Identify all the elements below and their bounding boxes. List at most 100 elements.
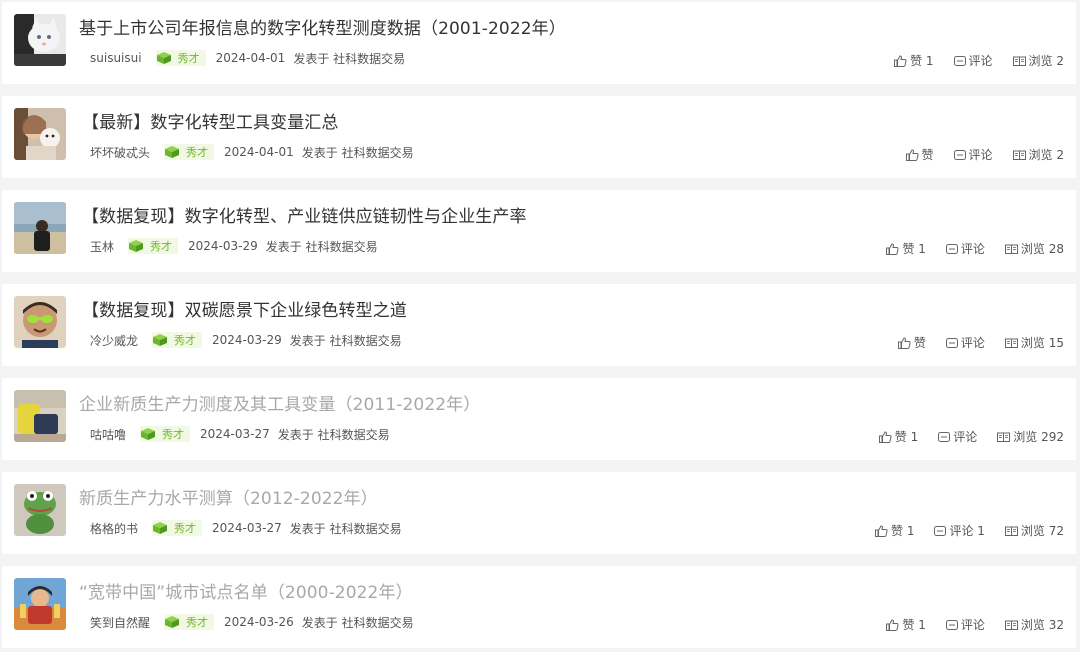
comment-button[interactable]: 评论 1: [934, 522, 985, 539]
avatar[interactable]: [14, 484, 66, 536]
post-stats: 赞 评论 浏览 2: [886, 146, 1064, 163]
like-button[interactable]: 赞 1: [894, 52, 934, 69]
green-cube-icon: [165, 146, 180, 158]
comment-button[interactable]: 评论: [938, 428, 977, 445]
post-title[interactable]: “宽带中国”城市试点名单（2000-2022年）: [79, 578, 413, 603]
rank-badge-label: 秀才: [186, 146, 209, 159]
view-count: 浏览 72: [1020, 524, 1064, 538]
post-stats: 赞 1 评论 浏览 292: [859, 428, 1064, 445]
thumbs-up-icon: [905, 148, 919, 161]
comment-count: 评论: [953, 430, 978, 444]
book-icon: [997, 432, 1011, 442]
post-stats: 赞 1 评论 浏览 28: [866, 240, 1064, 257]
like-button[interactable]: 赞 1: [878, 428, 919, 445]
post-card[interactable]: 【数据复现】双碳愿景下企业绿色转型之道 冷少威龙 秀才 2024-03-29 发…: [2, 284, 1076, 366]
view-count: 浏览 2: [1028, 148, 1064, 162]
comment-icon: [938, 431, 951, 442]
post-list: 基于上市公司年报信息的数字化转型测度数据（2001-2022年） suisuis…: [0, 0, 1080, 652]
post-title[interactable]: 新质生产力水平测算（2012-2022年）: [79, 484, 378, 509]
thumbs-up-icon: [894, 54, 907, 67]
post-title[interactable]: 基于上市公司年报信息的数字化转型测度数据（2001-2022年）: [79, 14, 566, 39]
post-card[interactable]: 基于上市公司年报信息的数字化转型测度数据（2001-2022年） suisuis…: [2, 2, 1076, 84]
post-source[interactable]: 发表于 社科数据交易: [266, 238, 378, 255]
post-title[interactable]: 企业新质生产力测度及其工具变量（2011-2022年）: [79, 390, 480, 415]
comment-button[interactable]: 评论: [953, 146, 993, 163]
green-cube-icon: [165, 616, 180, 628]
rank-badge-label: 秀才: [174, 522, 197, 535]
author-name[interactable]: suisuisui: [90, 51, 142, 65]
view-count: 浏览 2: [1028, 54, 1064, 68]
comment-count: 评论: [960, 336, 985, 350]
view-count: 浏览 292: [1013, 430, 1064, 444]
view-count-stat: 浏览 292: [997, 428, 1064, 445]
post-date: 2024-03-29: [212, 333, 282, 347]
comment-icon: [945, 337, 958, 348]
like-button[interactable]: 赞: [905, 146, 934, 163]
rank-badge-label: 秀才: [177, 52, 200, 65]
comment-icon: [945, 243, 958, 254]
comment-icon: [953, 149, 966, 160]
post-card[interactable]: 企业新质生产力测度及其工具变量（2011-2022年） 咕咕噜 秀才 2024-…: [2, 378, 1076, 460]
rank-badge: 秀才: [128, 238, 179, 254]
post-meta: 格格的书 秀才 2024-03-27 发表于 社科数据交易: [90, 518, 402, 538]
post-title[interactable]: 【数据复现】数字化转型、产业链供应链韧性与企业生产率: [82, 202, 527, 227]
post-title[interactable]: 【最新】数字化转型工具变量汇总: [82, 108, 339, 133]
post-source[interactable]: 发表于 社科数据交易: [278, 426, 390, 443]
post-source[interactable]: 发表于 社科数据交易: [302, 144, 414, 161]
view-count-stat: 浏览 2: [1012, 52, 1064, 69]
post-stats: 赞 评论 浏览 15: [878, 334, 1064, 351]
comment-button[interactable]: 评论: [953, 52, 993, 69]
post-source[interactable]: 发表于 社科数据交易: [302, 614, 414, 631]
view-count: 浏览 32: [1020, 618, 1064, 632]
post-meta: 玉林 秀才 2024-03-29 发表于 社科数据交易: [90, 236, 378, 256]
comment-count: 评论: [960, 618, 985, 632]
like-button[interactable]: 赞: [897, 334, 926, 351]
author-name[interactable]: 笑到自然醒: [90, 614, 150, 631]
avatar[interactable]: [14, 202, 66, 254]
avatar[interactable]: [14, 296, 66, 348]
like-button[interactable]: 赞 1: [886, 616, 926, 633]
rank-badge: 秀才: [140, 426, 191, 442]
comment-button[interactable]: 评论: [945, 240, 985, 257]
like-button[interactable]: 赞 1: [875, 522, 914, 539]
comment-icon: [953, 55, 966, 66]
author-name[interactable]: 咕咕噜: [90, 426, 126, 443]
post-card[interactable]: 【最新】数字化转型工具变量汇总 坏坏破忒头 秀才 2024-04-01 发表于 …: [2, 96, 1076, 178]
book-icon: [1004, 244, 1018, 254]
avatar[interactable]: [14, 108, 66, 160]
view-count-stat: 浏览 2: [1012, 146, 1064, 163]
like-count: 赞: [913, 336, 926, 350]
post-source[interactable]: 发表于 社科数据交易: [290, 520, 402, 537]
post-title[interactable]: 【数据复现】双碳愿景下企业绿色转型之道: [82, 296, 407, 321]
post-card[interactable]: “宽带中国”城市试点名单（2000-2022年） 笑到自然醒 秀才 2024-0…: [2, 566, 1076, 648]
like-button[interactable]: 赞 1: [886, 240, 926, 257]
post-date: 2024-03-29: [188, 239, 258, 253]
avatar[interactable]: [14, 578, 66, 630]
green-cube-icon: [153, 522, 168, 534]
like-count: 赞 1: [891, 524, 915, 538]
comment-icon: [934, 525, 947, 536]
thumbs-up-icon: [886, 618, 899, 631]
post-source[interactable]: 发表于 社科数据交易: [290, 332, 402, 349]
avatar[interactable]: [14, 390, 66, 442]
rank-badge: 秀才: [152, 520, 203, 536]
author-name[interactable]: 坏坏破忒头: [90, 144, 150, 161]
rank-badge-label: 秀才: [174, 334, 197, 347]
view-count: 浏览 28: [1020, 242, 1064, 256]
author-name[interactable]: 冷少威龙: [90, 332, 138, 349]
author-name[interactable]: 格格的书: [90, 520, 138, 537]
avatar[interactable]: [14, 14, 66, 66]
post-meta: 冷少威龙 秀才 2024-03-29 发表于 社科数据交易: [90, 330, 402, 350]
green-cube-icon: [141, 428, 156, 440]
post-card[interactable]: 【数据复现】数字化转型、产业链供应链韧性与企业生产率 玉林 秀才 2024-03…: [2, 190, 1076, 272]
post-source[interactable]: 发表于 社科数据交易: [293, 50, 405, 67]
post-card[interactable]: 新质生产力水平测算（2012-2022年） 格格的书 秀才 2024-03-27…: [2, 472, 1076, 554]
post-date: 2024-04-01: [215, 51, 286, 65]
comment-button[interactable]: 评论: [945, 334, 985, 351]
comment-button[interactable]: 评论: [945, 616, 985, 633]
like-count: 赞 1: [894, 430, 919, 444]
author-name[interactable]: 玉林: [90, 238, 114, 255]
green-cube-icon: [129, 240, 144, 252]
like-count: 赞: [921, 148, 934, 162]
like-count: 赞 1: [902, 242, 926, 256]
